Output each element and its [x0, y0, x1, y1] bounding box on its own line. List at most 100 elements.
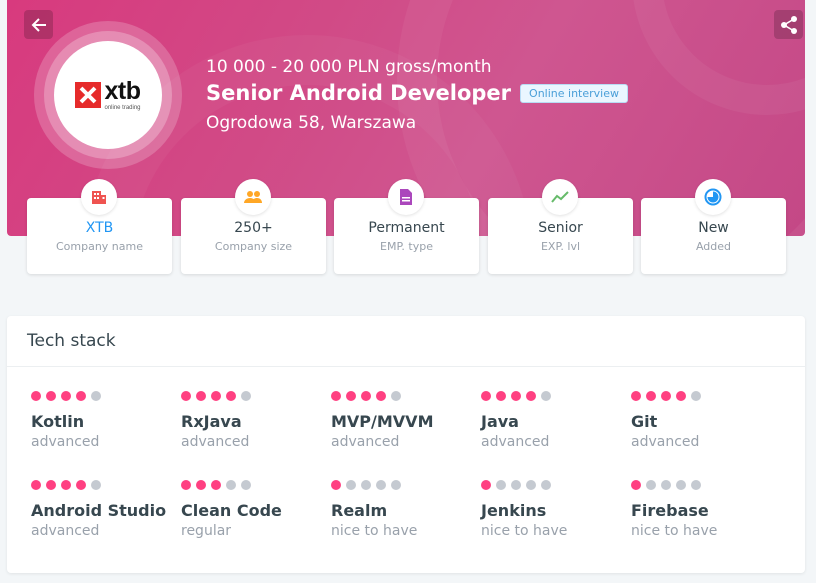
skill-dot: [76, 480, 86, 490]
skill-dot: [631, 391, 641, 401]
skill-level: nice to have: [481, 523, 568, 539]
skill-name: Clean Code: [181, 501, 282, 520]
skill-dot: [331, 391, 341, 401]
skill-level: nice to have: [631, 523, 718, 539]
exp-level-value: Senior: [538, 220, 583, 236]
company-size-label: Company size: [214, 240, 293, 253]
skill-dot: [76, 391, 86, 401]
emp-type-value: Permanent: [368, 220, 445, 236]
skill-name: Realm: [331, 501, 388, 520]
skill-item: Clean Code regular: [181, 480, 321, 539]
job-title: Senior Android Developer: [206, 81, 512, 105]
skill-item: Jenkins nice to have: [481, 480, 621, 539]
skill-item: Java advanced: [481, 391, 621, 450]
skill-dot: [31, 480, 41, 490]
skill-dot: [61, 480, 71, 490]
skill-level-dots: [331, 480, 471, 490]
skill-item: Kotlin advanced: [31, 391, 171, 450]
skill-item: RxJava advanced: [181, 391, 321, 450]
skill-dot: [361, 480, 371, 490]
skill-dot: [646, 391, 656, 401]
skill-level-dots: [331, 391, 471, 401]
skill-dot: [691, 480, 701, 490]
added-value: New: [698, 220, 729, 236]
company-name-value[interactable]: XTB: [27, 220, 172, 236]
skill-dot: [361, 391, 371, 401]
skill-dot: [496, 391, 506, 401]
skill-level: advanced: [631, 434, 700, 450]
share-icon: [780, 15, 797, 34]
skill-dot: [331, 480, 341, 490]
skill-dot: [631, 480, 641, 490]
company-size-value: 250+: [234, 220, 273, 236]
skill-name: RxJava: [181, 412, 242, 431]
skill-dot: [376, 391, 386, 401]
skill-dot: [646, 480, 656, 490]
back-button[interactable]: [24, 10, 53, 39]
skill-level-dots: [631, 480, 771, 490]
skill-item: Android Studio advanced: [31, 480, 171, 539]
skill-level-dots: [181, 391, 321, 401]
skill-level-dots: [481, 391, 621, 401]
skill-dot: [481, 480, 491, 490]
skill-dot: [481, 391, 491, 401]
skill-level-dots: [181, 480, 321, 490]
skill-level: advanced: [181, 434, 250, 450]
skill-name: Android Studio: [31, 501, 167, 520]
skill-dot: [346, 391, 356, 401]
skill-name: Git: [631, 412, 658, 431]
skill-dot: [196, 480, 206, 490]
skill-dot: [91, 480, 101, 490]
skill-dot: [91, 391, 101, 401]
skill-level-dots: [31, 480, 171, 490]
skill-item: Git advanced: [631, 391, 771, 450]
salary-range: 10 000 - 20 000 PLN gross/month: [206, 57, 492, 77]
skill-dot: [46, 480, 56, 490]
logo-name: xtb: [104, 77, 141, 105]
skill-dot: [391, 391, 401, 401]
skill-dot: [226, 480, 236, 490]
skill-name: Jenkins: [481, 501, 547, 520]
skill-dot: [211, 480, 221, 490]
skill-dot: [691, 391, 701, 401]
skill-dot: [526, 480, 536, 490]
skill-dot: [511, 480, 521, 490]
skill-level-dots: [631, 391, 771, 401]
skill-level-dots: [31, 391, 171, 401]
skill-dot: [31, 391, 41, 401]
trend-icon: [542, 179, 578, 215]
skill-name: Firebase: [631, 501, 709, 520]
skill-item: MVP/MVVM advanced: [331, 391, 471, 450]
skill-name: MVP/MVVM: [331, 412, 434, 431]
skill-name: Kotlin: [31, 412, 85, 431]
skill-dot: [181, 480, 191, 490]
skill-item: Realm nice to have: [331, 480, 471, 539]
skill-dot: [241, 391, 251, 401]
job-address[interactable]: Ogrodowa 58, Warszawa: [206, 113, 416, 133]
skill-level: nice to have: [331, 523, 418, 539]
skill-level: advanced: [31, 434, 100, 450]
clock-icon: [695, 179, 731, 215]
skill-dot: [511, 391, 521, 401]
skill-dot: [196, 391, 206, 401]
skill-name: Java: [481, 412, 519, 431]
info-card-company-name: XTB Company name: [27, 179, 172, 274]
skill-dot: [676, 480, 686, 490]
emp-type-label: EMP. type: [380, 240, 433, 253]
share-button[interactable]: [774, 10, 803, 39]
info-card-emp-type: Permanent EMP. type: [334, 179, 479, 274]
tech-stack-panel: Tech stack Kotlin advanced RxJava advanced M…: [7, 316, 805, 573]
added-label: Added: [695, 240, 732, 253]
info-card-added: New Added: [641, 179, 786, 274]
skill-dot: [181, 391, 191, 401]
tech-stack-title: Tech stack: [27, 331, 116, 351]
skill-item: Firebase nice to have: [631, 480, 771, 539]
skill-dot: [226, 391, 236, 401]
logo-tagline: online trading: [104, 105, 141, 111]
skill-dot: [391, 480, 401, 490]
skill-dot: [46, 391, 56, 401]
skill-level: advanced: [31, 523, 100, 539]
skill-dot: [61, 391, 71, 401]
people-icon: [235, 179, 271, 215]
online-interview-badge: Online interview: [520, 83, 628, 103]
